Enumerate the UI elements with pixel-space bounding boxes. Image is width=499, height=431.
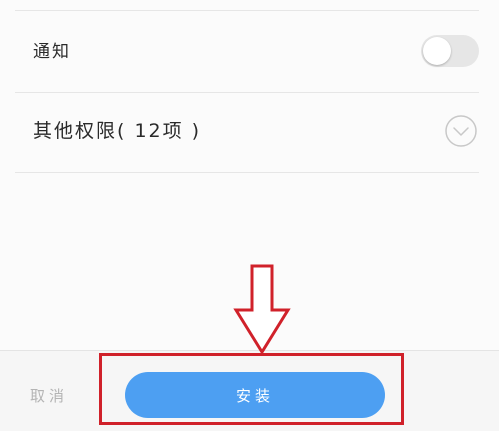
toggle-knob [423,37,451,65]
other-permissions-label: 其他权限( 12项 ) [33,120,202,142]
expand-permissions-button[interactable] [445,115,477,147]
cancel-button[interactable]: 取消 [30,385,68,406]
notification-toggle[interactable] [421,35,479,67]
divider [15,172,479,173]
divider [15,10,479,11]
divider [15,92,479,93]
notification-label: 通知 [33,42,71,62]
permissions-panel: 通知 其他权限( 12项 ) [0,0,499,350]
install-button[interactable]: 安装 [125,372,385,418]
chevron-down-circle-icon [445,115,477,147]
